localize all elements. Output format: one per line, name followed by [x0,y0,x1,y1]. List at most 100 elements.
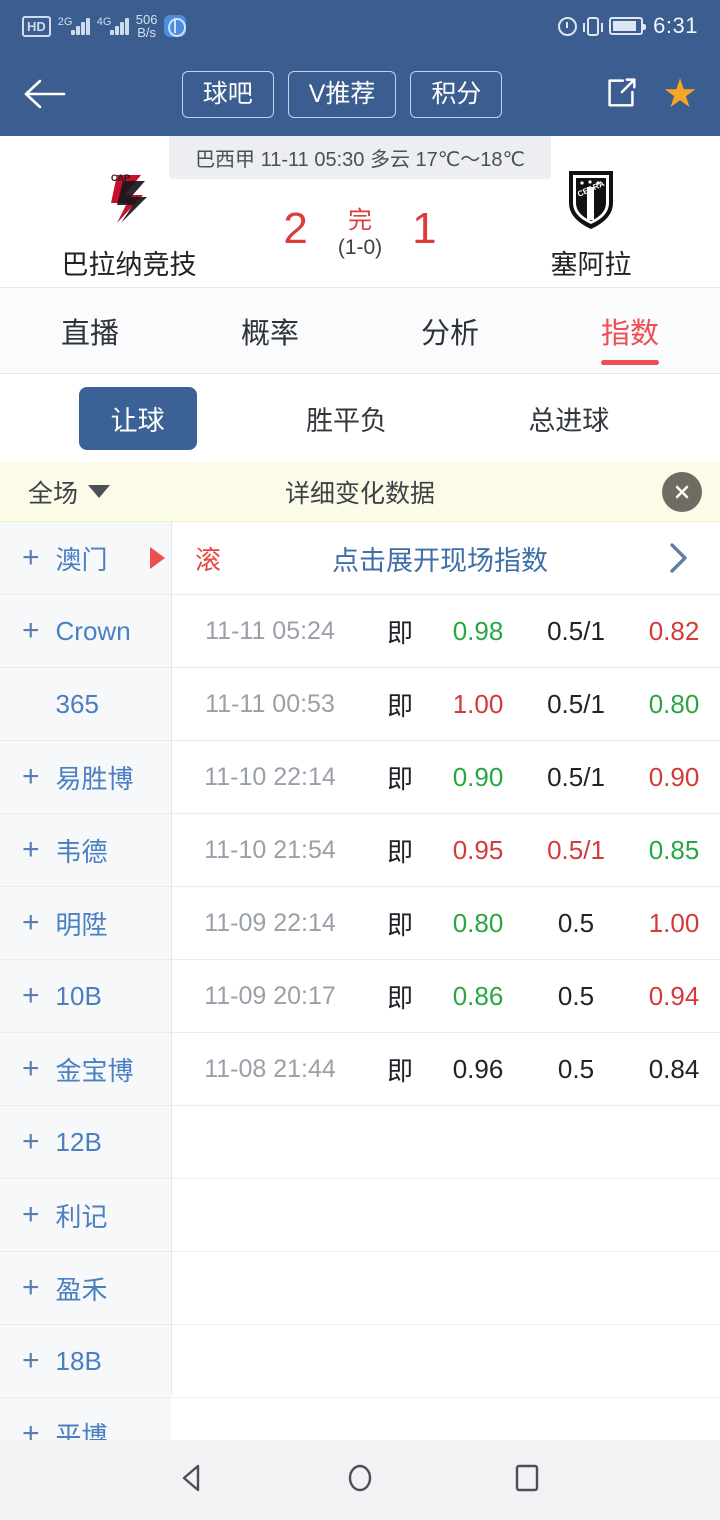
odds-row-crown[interactable]: 11-11 05:24 即 0.98 0.5/1 0.82 [172,595,720,668]
tab-zhibo[interactable]: 直播 [0,288,180,373]
expand-plus-icon[interactable]: + [22,981,40,1011]
status-bar-right: 6:31 [558,13,698,39]
odds-row-empty [172,1106,720,1179]
bookmaker-row-18b[interactable]: + 18B [0,1325,171,1398]
match-status: 完 [348,207,372,234]
bookmaker-name: 365 [56,689,99,720]
expand-plus-icon[interactable]: + [22,835,40,865]
odds-kind: 即 [368,759,432,796]
bookmaker-name: 澳门 [56,540,108,577]
expand-plus-icon[interactable]: + [22,1346,40,1376]
expand-plus-icon[interactable]: + [22,543,40,573]
bookmaker-name: 10B [56,981,102,1012]
bookmaker-row-aomen[interactable]: + 澳门 [0,522,171,595]
bookmaker-name: 明陞 [56,905,108,942]
share-button[interactable] [602,73,640,116]
expand-plus-icon[interactable]: + [22,1054,40,1084]
vibrate-icon [587,17,599,36]
home-odds: 0.80 [432,908,524,939]
android-back-button[interactable] [173,1458,213,1503]
main-tab-bar: 直播 概率 分析 指数 [0,288,720,374]
odds-kind: 即 [368,1051,432,1088]
tab-fenxi[interactable]: 分析 [360,288,540,373]
android-recents-icon [507,1458,547,1498]
bookmaker-row-10b[interactable]: + 10B [0,960,171,1033]
subtab-rangqiu[interactable]: 让球 [79,387,197,450]
odds-row-expand-live[interactable]: 滚 点击展开现场指数 [172,522,720,595]
expand-plus-icon[interactable]: + [22,1127,40,1157]
svg-text:CAP: CAP [111,173,130,183]
odds-row-yishengbo[interactable]: 11-10 22:14 即 0.90 0.5/1 0.90 [172,741,720,814]
expand-plus-icon[interactable]: + [22,908,40,938]
odds-kind: 即 [368,978,432,1015]
odds-kind: 即 [368,905,432,942]
network-speed-indicator: 506 B/s [136,13,158,39]
expand-live-odds-button[interactable] [636,541,720,575]
sub-tab-bar: 让球 胜平负 总进球 [0,374,720,462]
chevron-down-icon [88,485,110,498]
odds-time: 11-11 05:24 [172,617,368,646]
odds-row-jinbaobo[interactable]: 11-08 21:44 即 0.96 0.5 0.84 [172,1033,720,1106]
odds-time: 11-11 00:53 [172,690,368,719]
subtab-shengpingfu[interactable]: 胜平负 [274,387,419,450]
league-info-banner: 巴西甲 11-11 05:30 多云 17℃～18℃ [169,136,551,179]
bookmaker-name: 12B [56,1127,102,1158]
bookmaker-row-mingsheng[interactable]: + 明陞 [0,887,171,960]
handicap-value: 0.5 [524,981,628,1012]
bookmaker-column: + 澳门 + Crown + 365 + 易胜博 + 韦德 + 明 [0,522,172,1394]
nav-button-qiuba[interactable]: 球吧 [182,71,274,118]
odds-row-mingsheng[interactable]: 11-09 22:14 即 0.80 0.5 1.00 [172,887,720,960]
favorite-star-button[interactable]: ★ [662,74,698,114]
bookmaker-row-12b[interactable]: + 12B [0,1106,171,1179]
handicap-value: 0.5/1 [524,835,628,866]
nav-button-jifen[interactable]: 积分 [410,71,502,118]
app-nav-bar: 球吧 V推荐 积分 ★ [0,52,720,136]
bookmaker-name: 金宝博 [56,1051,134,1088]
odds-row-weide[interactable]: 11-10 21:54 即 0.95 0.5/1 0.85 [172,814,720,887]
android-home-button[interactable] [340,1458,380,1503]
expand-plus-icon[interactable]: + [22,1200,40,1230]
app-root: HD 2G 4G 506 B/s 6:31 [0,0,720,1520]
network-generation-sim1-label: 2G [58,17,73,28]
away-odds: 0.80 [628,689,720,720]
bookmaker-row-365[interactable]: + 365 [0,668,171,741]
odds-kind: 即 [368,686,432,723]
expand-plus-icon[interactable]: + [22,762,40,792]
bookmaker-row-yishengbo[interactable]: + 易胜博 [0,741,171,814]
expand-plus-icon[interactable]: + [22,1273,40,1303]
odds-row-365[interactable]: 11-11 00:53 即 1.00 0.5/1 0.80 [172,668,720,741]
expand-plus-icon[interactable]: + [22,616,40,646]
bookmaker-row-crown[interactable]: + Crown [0,595,171,668]
odds-time: 11-09 20:17 [172,982,368,1011]
odds-time: 11-10 22:14 [172,763,368,792]
expand-live-odds-label: 点击展开现场指数 [244,539,636,578]
android-back-icon [173,1458,213,1498]
odds-row-10b[interactable]: 11-09 20:17 即 0.86 0.5 0.94 [172,960,720,1033]
bookmaker-name: 18B [56,1346,102,1377]
tab-zhishu[interactable]: 指数 [540,288,720,373]
close-button[interactable] [662,472,702,512]
rolling-badge: 滚 [172,540,244,577]
scope-dropdown[interactable]: 全场 [28,474,110,510]
share-icon [602,73,640,111]
bookmaker-row-weide[interactable]: + 韦德 [0,814,171,887]
signal-strength-sim2-icon: 4G [97,18,129,35]
bookmaker-row-jinbaobo[interactable]: + 金宝博 [0,1033,171,1106]
away-team-name: 塞阿拉 [551,243,632,282]
nav-button-vtuijian[interactable]: V推荐 [288,71,397,118]
scope-dropdown-label: 全场 [28,474,78,510]
tab-gailv-label: 概率 [241,310,299,352]
android-recents-button[interactable] [507,1458,547,1503]
handicap-value: 0.5/1 [524,616,628,647]
home-odds: 0.86 [432,981,524,1012]
home-team-crest-icon: CAP [91,161,167,237]
close-icon [672,482,692,502]
subtab-zongjinqiu[interactable]: 总进球 [496,387,641,450]
back-button[interactable] [22,77,82,111]
bookmaker-row-liji[interactable]: + 利记 [0,1179,171,1252]
bookmaker-row-yinghe[interactable]: + 盈禾 [0,1252,171,1325]
tab-fenxi-label: 分析 [421,310,479,352]
nav-actions: ★ [602,73,698,116]
tab-gailv[interactable]: 概率 [180,288,360,373]
bookmaker-name: 盈禾 [56,1270,108,1307]
